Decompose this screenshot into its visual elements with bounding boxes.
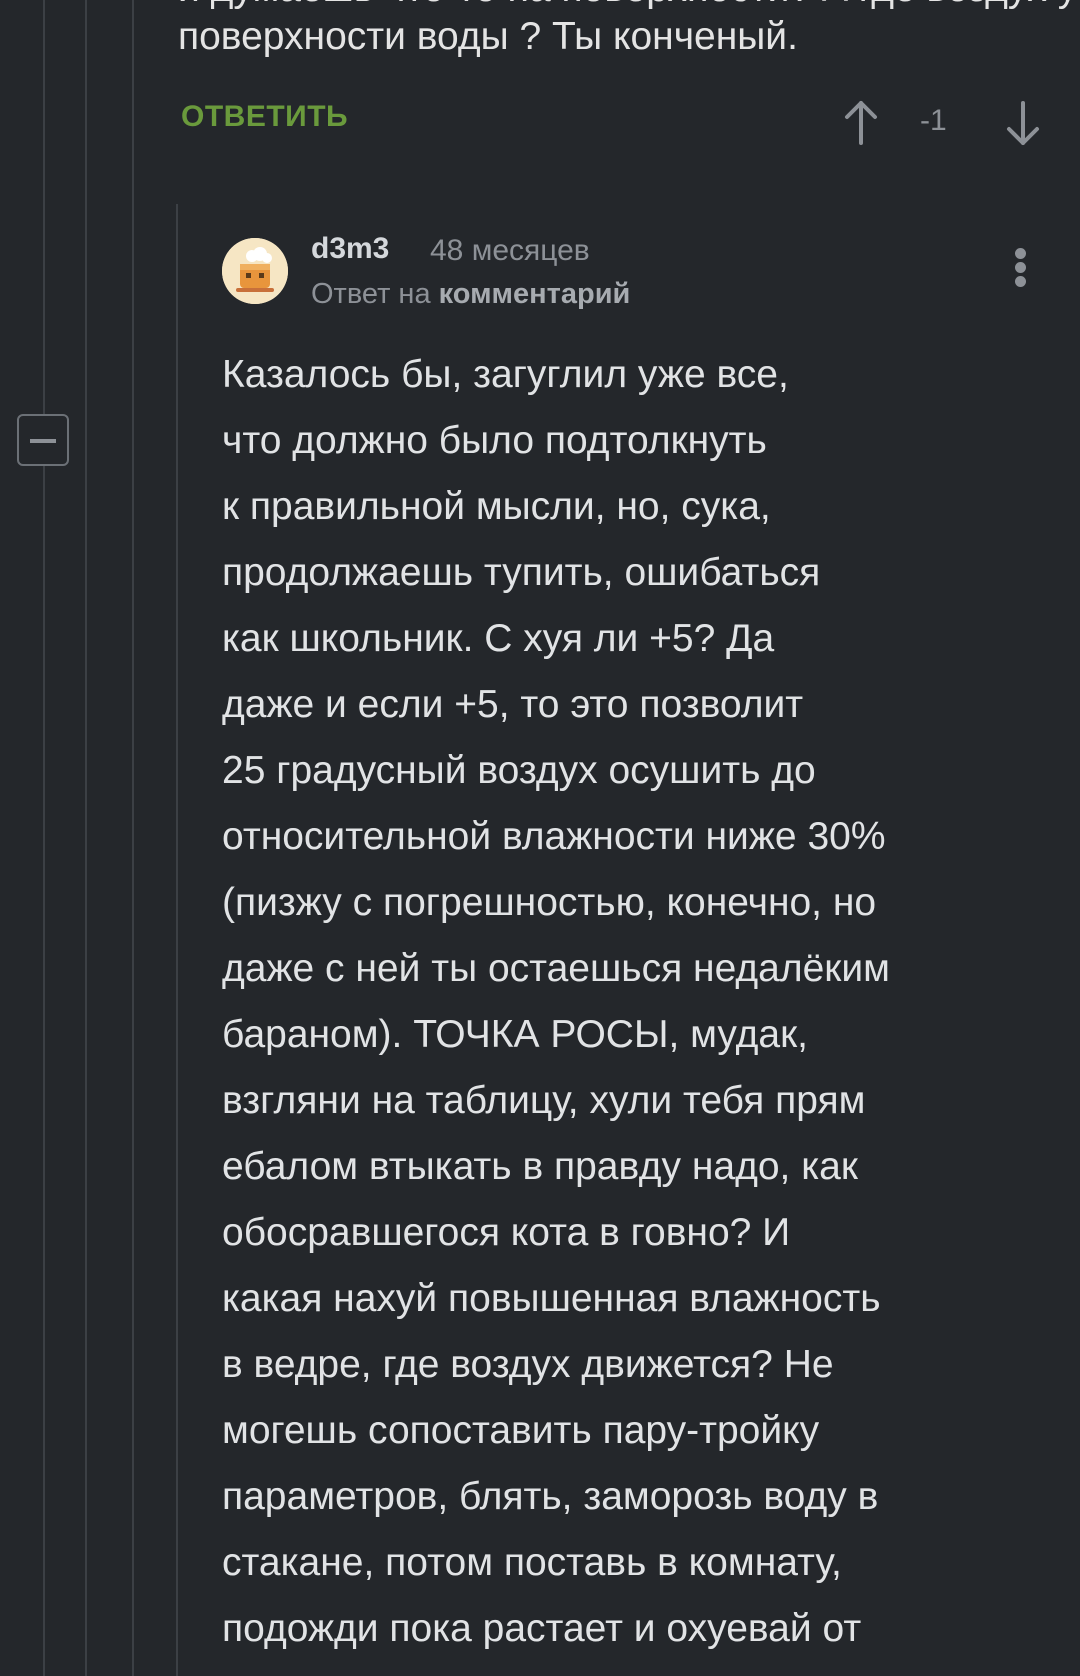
avatar[interactable] xyxy=(222,238,288,304)
comment-line: (пизжу с погрешностью, конечно, но xyxy=(222,881,877,924)
thread-line-1 xyxy=(43,0,45,1676)
comment-line: ебалом втыкать в правду надо, как xyxy=(222,1145,858,1188)
comment-line: даже с ней ты остаешься недалёким xyxy=(222,947,890,990)
reply-button[interactable]: ОТВЕТИТЬ xyxy=(181,100,348,134)
thread-line-2 xyxy=(85,0,87,1676)
comment-line: к правильной мысли, но, сука, xyxy=(222,485,771,528)
comment-time: 48 месяцев xyxy=(430,234,590,267)
comment-line: в ведре, где воздух движется? Не xyxy=(222,1343,834,1386)
collapse-thread-button[interactable] xyxy=(17,414,69,466)
thread-line-4 xyxy=(176,204,178,1676)
arrow-down-icon[interactable] xyxy=(1001,97,1045,149)
minus-icon xyxy=(30,439,56,443)
comment-line: продолжаешь тупить, ошибаться xyxy=(222,551,821,594)
comment-line: как школьник. С хуя ли +5? Да xyxy=(222,617,775,660)
comment-line: стакане, потом поставь в комнату, xyxy=(222,1541,842,1584)
comment-score: -1 xyxy=(920,104,947,137)
more-vertical-icon[interactable] xyxy=(1008,248,1032,296)
comments-page: и думаешь что-то на поверхности? А где в… xyxy=(0,0,1080,1676)
comment-line: Казалось бы, загуглил уже все, xyxy=(222,353,789,396)
comment-body: Казалось бы, загуглил уже все, что должн… xyxy=(222,342,1062,1662)
comment-author[interactable]: d3m3 xyxy=(311,232,389,266)
thread-line-3 xyxy=(132,0,134,1676)
comment-line: бараном). ТОЧКА РОСЫ, мудак, xyxy=(222,1013,808,1056)
comment-line: что должно было подтолкнуть xyxy=(222,419,767,462)
comment-line: взгляни на таблицу, хули тебя прям xyxy=(222,1079,866,1122)
comment-line: могешь сопоставить пару-тройку xyxy=(222,1409,820,1452)
comment-line: относительной влажности ниже 30% xyxy=(222,815,886,858)
reply-to-link[interactable]: комментарий xyxy=(439,278,631,310)
comment-line: 25 градусный воздух осушить до xyxy=(222,749,816,792)
comment-line: параметров, блять, заморозь воду в xyxy=(222,1475,879,1518)
comment-line: обосравшегося кота в говно? И xyxy=(222,1211,791,1254)
comment-line: подожди пока растает и охуевай от xyxy=(222,1607,862,1650)
reply-to-info: Ответ на комментарий xyxy=(311,278,630,311)
comment-line: даже и если +5, то это позволит xyxy=(222,683,804,726)
arrow-up-icon[interactable] xyxy=(839,97,883,149)
previous-comment-text: поверхности воды ? Ты конченый. xyxy=(178,15,798,58)
comment-line: какая нахуй повышенная влажность xyxy=(222,1277,881,1320)
reply-to-prefix: Ответ на xyxy=(311,278,431,310)
